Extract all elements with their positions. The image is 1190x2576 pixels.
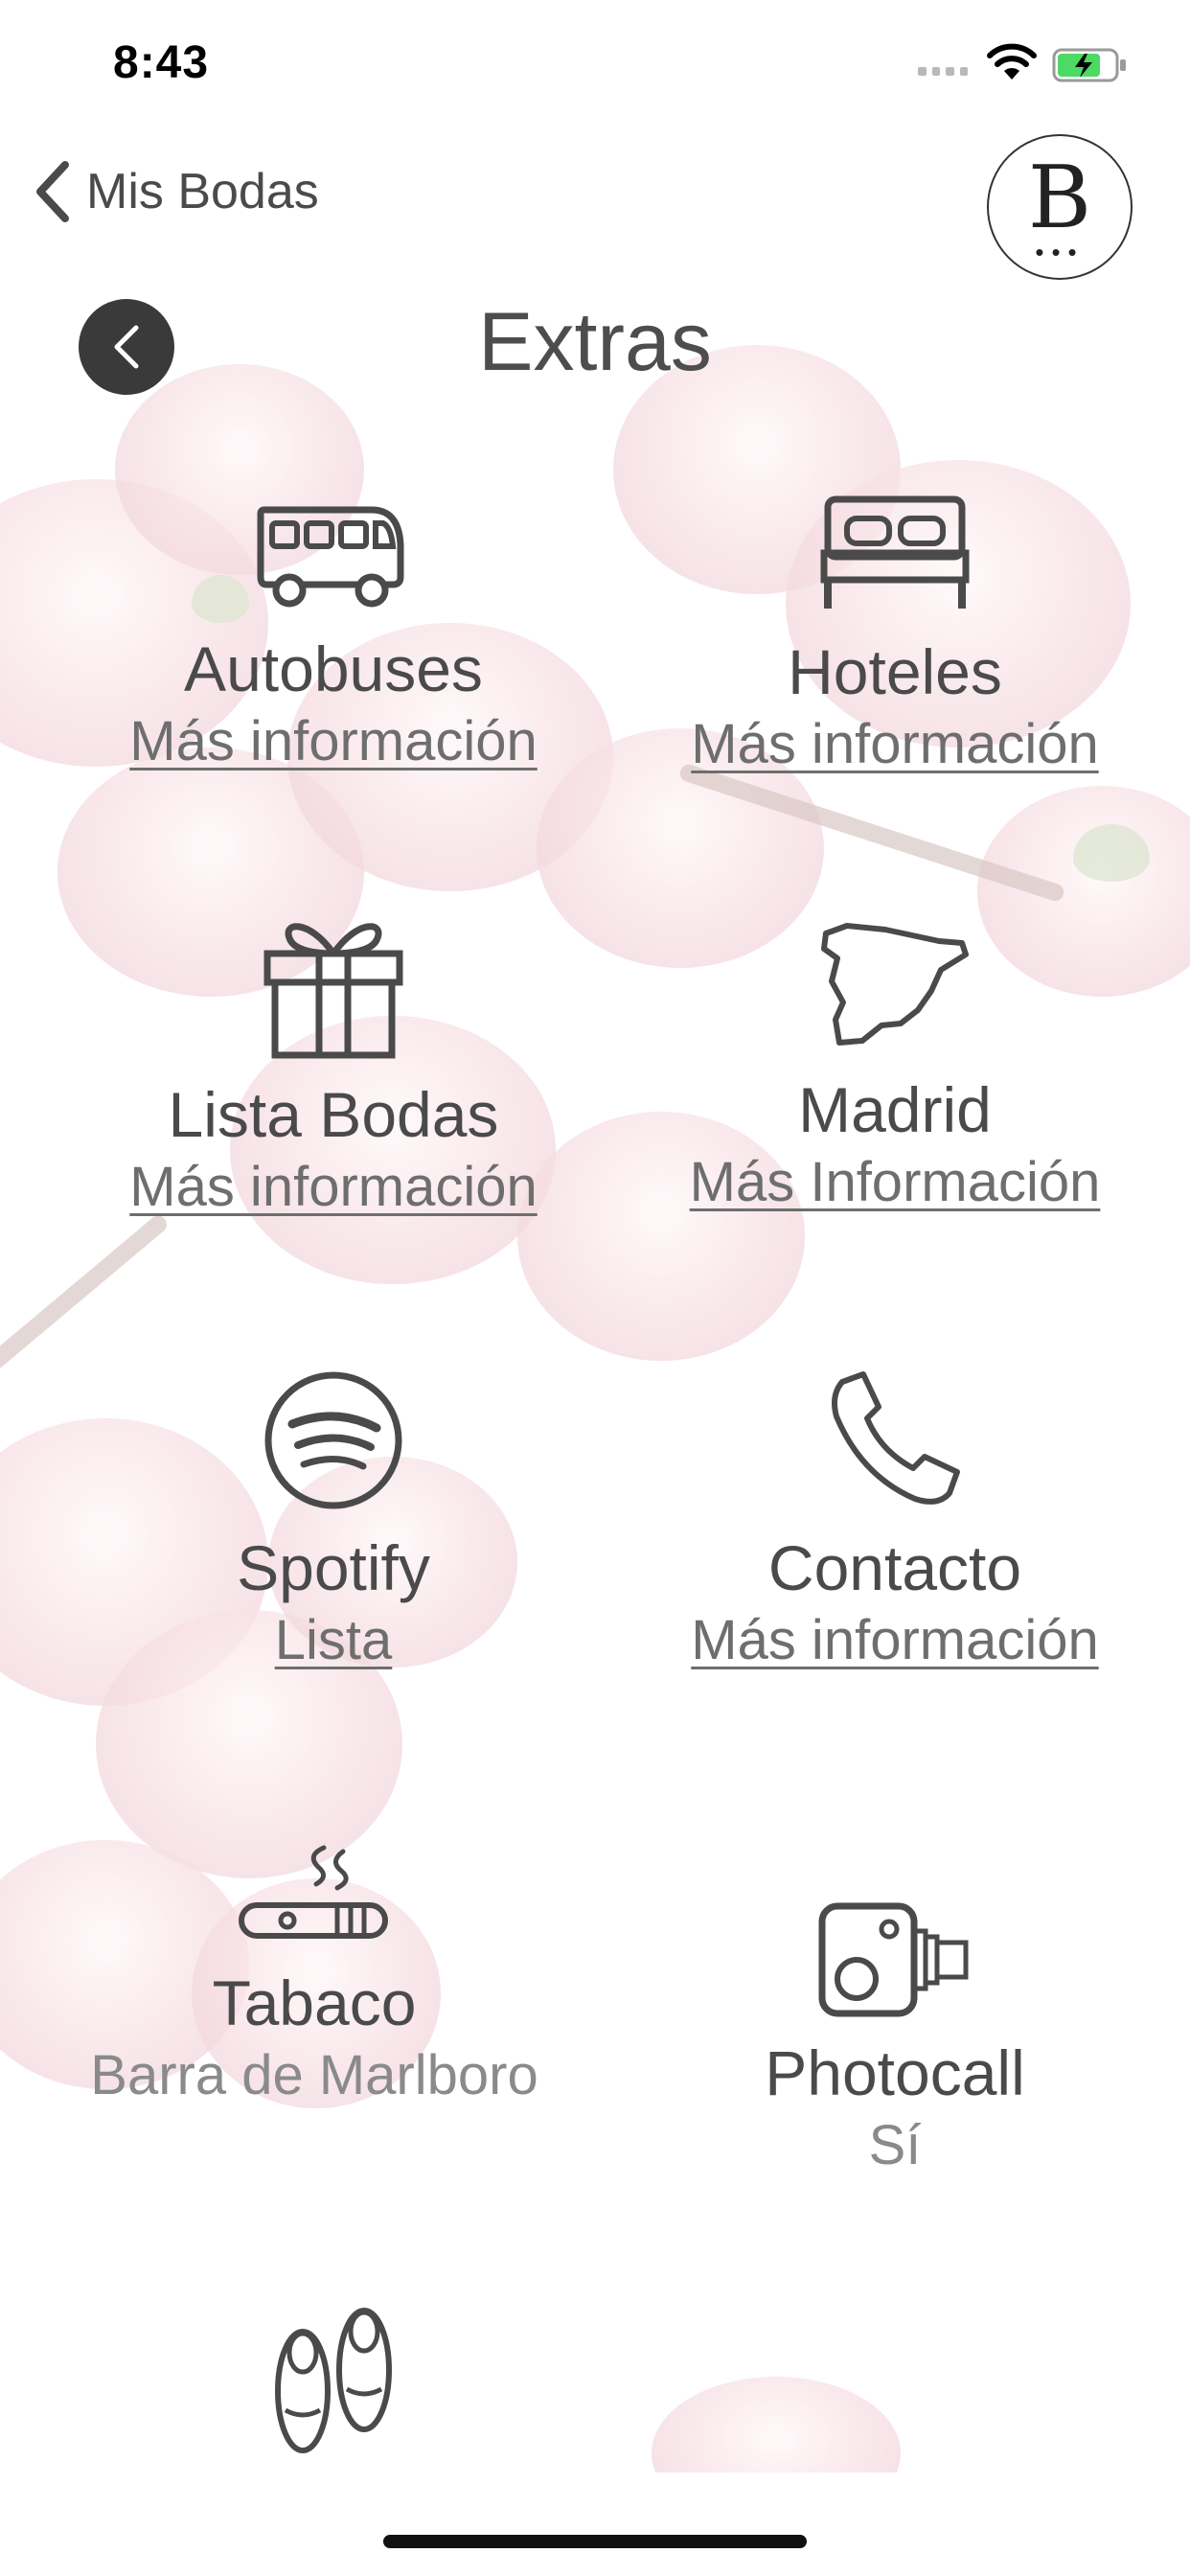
extra-item-lista-bodas[interactable]: Lista Bodas Más información: [36, 915, 630, 1220]
logo-letter: B: [1027, 148, 1092, 248]
battery-charging-icon: [1052, 48, 1126, 82]
item-name: Contacto: [767, 1532, 1022, 1603]
cellular-signal-icon: [918, 65, 968, 77]
extra-item-contacto[interactable]: Contacto Más información: [598, 1368, 1190, 1673]
spain-map-icon: [821, 923, 969, 1046]
more-info-link[interactable]: Más Información: [598, 1149, 1190, 1216]
item-name: Spotify: [237, 1532, 430, 1603]
item-name: Tabaco: [212, 1967, 417, 2038]
phone-icon: [832, 1371, 960, 1505]
extra-item-hoteles[interactable]: Hoteles Más información: [598, 494, 1190, 777]
bottom-safe-area: [0, 2472, 1190, 2576]
gift-icon: [263, 923, 403, 1059]
more-info-link[interactable]: Más información: [36, 708, 630, 775]
more-info-link[interactable]: Más información: [598, 711, 1190, 778]
bus-icon: [257, 506, 404, 608]
item-detail: Barra de Marlboro: [90, 2043, 538, 2106]
back-to-mis-bodas-button[interactable]: Mis Bodas: [31, 153, 319, 230]
bed-icon: [820, 495, 970, 609]
extra-item-tabaco[interactable]: Tabaco Barra de Marlboro: [17, 1842, 611, 2108]
home-indicator[interactable]: [383, 2535, 807, 2548]
status-time: 8:43: [113, 37, 210, 88]
back-label: Mis Bodas: [86, 164, 319, 219]
item-name: Lista Bodas: [168, 1079, 499, 1150]
logo-dots: •••: [1035, 238, 1085, 266]
status-bar: 8:43: [0, 0, 1190, 129]
more-info-link[interactable]: Más información: [36, 1154, 630, 1221]
extra-item-partial[interactable]: [36, 2305, 630, 2458]
item-name: Hoteles: [788, 636, 1002, 707]
chevron-left-icon: [36, 161, 69, 222]
item-name: Madrid: [798, 1074, 992, 1145]
item-name: Autobuses: [184, 633, 483, 704]
wifi-icon: [987, 43, 1037, 80]
spotify-icon: [264, 1371, 402, 1509]
item-name: Photocall: [765, 2037, 1025, 2108]
more-info-link[interactable]: Más información: [598, 1607, 1190, 1674]
extra-item-photocall[interactable]: Photocall Sí: [598, 1902, 1190, 2178]
playlist-link[interactable]: Lista: [36, 1607, 630, 1674]
extra-item-madrid[interactable]: Madrid Más Información: [598, 920, 1190, 1215]
cigar-icon: [239, 1845, 388, 1939]
extra-item-autobuses[interactable]: Autobuses Más información: [36, 498, 630, 774]
extra-item-spotify[interactable]: Spotify Lista: [36, 1368, 630, 1673]
camera-icon: [818, 1902, 969, 2017]
brand-logo[interactable]: B •••: [987, 134, 1133, 280]
page-title: Extras: [478, 296, 712, 388]
ballet-shoes-icon: [275, 2308, 392, 2453]
item-detail: Sí: [868, 2113, 922, 2176]
